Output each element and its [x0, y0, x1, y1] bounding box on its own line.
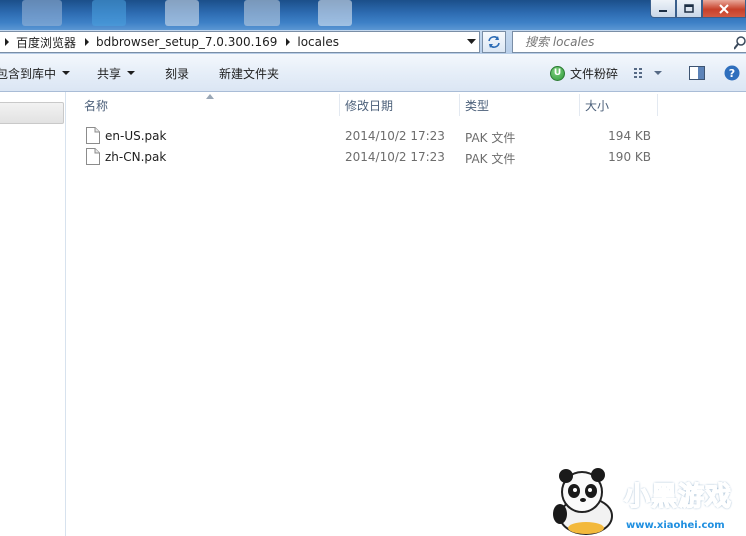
chevron-down-icon — [466, 39, 476, 44]
navigation-pane — [0, 92, 66, 536]
new-folder-button[interactable]: 新建文件夹 — [219, 54, 279, 92]
breadcrumb-item[interactable]: 百度浏览器 — [14, 34, 80, 51]
file-modified: 2014/10/2 17:23 — [345, 129, 445, 143]
desktop-icon-blur — [165, 0, 199, 26]
desktop-icon-blur — [92, 0, 126, 26]
breadcrumb-item[interactable]: bdbrowser_setup_7.0.300.169 — [94, 35, 281, 49]
minimize-icon — [659, 9, 667, 12]
address-row: 百度浏览器 bdbrowser_setup_7.0.300.169 locale… — [0, 30, 746, 54]
window-titlebar — [0, 0, 746, 30]
address-history-dropdown[interactable] — [465, 36, 477, 48]
search-box[interactable] — [512, 31, 746, 53]
chevron-down-icon — [654, 71, 662, 75]
svg-text:?: ? — [729, 67, 735, 80]
column-divider[interactable] — [339, 94, 340, 116]
watermark-logo: 小黑游戏 www.xiaohei.com — [546, 466, 746, 536]
watermark-url: www.xiaohei.com — [626, 520, 725, 531]
column-header-name[interactable]: 名称 — [84, 92, 108, 118]
chevron-down-icon — [62, 71, 71, 75]
file-shredder-button[interactable]: U 文件粉碎 — [550, 54, 618, 92]
maximize-button[interactable] — [676, 0, 702, 18]
refresh-button[interactable] — [482, 31, 506, 53]
share-button[interactable]: 共享 — [97, 54, 136, 92]
search-input[interactable] — [513, 35, 723, 49]
preview-pane-icon — [689, 66, 705, 80]
file-size: 190 KB — [608, 150, 651, 164]
burn-button[interactable]: 刻录 — [165, 54, 189, 92]
include-in-library-button[interactable]: 包含到库中 — [0, 54, 71, 92]
file-icon — [86, 127, 100, 144]
shredder-badge-icon: U — [550, 65, 565, 81]
close-icon — [719, 3, 729, 14]
file-modified: 2014/10/2 17:23 — [345, 150, 445, 164]
column-divider[interactable] — [657, 94, 658, 116]
file-type: PAK 文件 — [465, 152, 516, 166]
breadcrumb-chevron-icon[interactable] — [0, 38, 14, 46]
search-icon[interactable] — [733, 36, 746, 53]
desktop-icon-blur — [318, 0, 352, 26]
column-divider[interactable] — [459, 94, 460, 116]
burn-label: 刻录 — [165, 66, 190, 81]
help-button[interactable]: ? — [724, 54, 740, 92]
breadcrumb-chevron-icon[interactable] — [80, 38, 94, 46]
sort-ascending-icon — [206, 94, 214, 99]
chevron-down-icon — [127, 71, 136, 75]
view-options-button[interactable] — [634, 54, 662, 92]
maximize-icon — [684, 4, 694, 13]
include-in-library-label: 包含到库中 — [0, 66, 57, 81]
watermark-brand: 小黑游戏 — [623, 481, 733, 513]
file-name: en-US.pak — [105, 129, 167, 143]
new-folder-label: 新建文件夹 — [219, 66, 280, 81]
desktop-icon-blur — [244, 0, 280, 26]
column-header-size[interactable]: 大小 — [585, 92, 609, 118]
window-controls — [650, 0, 746, 18]
view-list-icon — [634, 68, 642, 78]
preview-pane-button[interactable] — [689, 54, 705, 92]
file-type: PAK 文件 — [465, 131, 516, 145]
nav-selected-item[interactable] — [0, 102, 64, 124]
help-icon: ? — [724, 65, 740, 81]
desktop-icon-blur — [22, 0, 62, 26]
file-size: 194 KB — [608, 129, 651, 143]
column-header-modified[interactable]: 修改日期 — [345, 92, 393, 118]
refresh-icon — [488, 36, 500, 48]
share-label: 共享 — [97, 66, 122, 81]
minimize-button[interactable] — [650, 0, 676, 18]
file-row[interactable]: zh-CN.pak 2014/10/2 17:23 PAK 文件 190 KB — [84, 147, 684, 168]
address-bar[interactable]: 百度浏览器 bdbrowser_setup_7.0.300.169 locale… — [0, 31, 480, 53]
command-bar: 包含到库中 共享 刻录 新建文件夹 U 文件粉碎 ? — [0, 54, 746, 92]
breadcrumb-item[interactable]: locales — [295, 35, 343, 49]
column-header-type[interactable]: 类型 — [465, 92, 489, 118]
column-divider[interactable] — [579, 94, 580, 116]
file-name: zh-CN.pak — [105, 150, 167, 164]
close-button[interactable] — [702, 0, 746, 18]
file-shredder-label: 文件粉碎 — [570, 66, 619, 81]
file-row[interactable]: en-US.pak 2014/10/2 17:23 PAK 文件 194 KB — [84, 126, 684, 147]
file-icon — [86, 148, 100, 165]
breadcrumb-chevron-icon[interactable] — [281, 38, 295, 46]
